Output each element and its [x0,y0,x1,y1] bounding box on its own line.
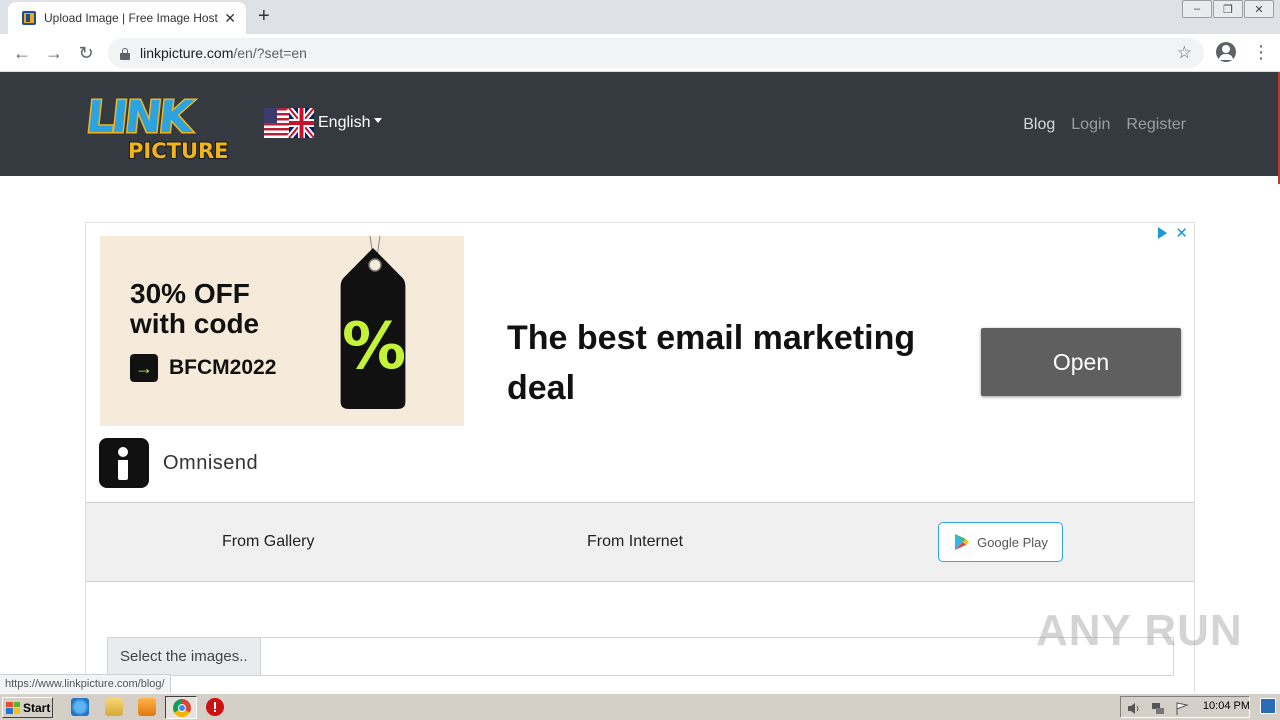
taskbar-clock: 10:04 PM [1202,700,1250,712]
url-text: linkpicture.com/en/?set=en [140,45,307,61]
caret-down-icon [374,117,383,123]
windows-logo-icon [6,701,20,714]
file-explorer-icon[interactable] [105,698,123,716]
action-center-flag-icon[interactable] [1175,702,1189,715]
windows-taskbar: Start 10:04 PM [0,693,1280,720]
chrome-taskbar-button[interactable] [165,696,197,719]
nav-links: Blog Login Register [1007,116,1186,134]
browser-menu-icon[interactable]: ⋮ [1252,42,1270,62]
site-navbar: LINK PICTURE English Blog Login Register [0,72,1280,176]
close-window-button[interactable]: ✕ [1244,0,1274,18]
ad-controls: ✕ [1158,224,1188,242]
banner-code: BFCM2022 [169,356,277,379]
new-tab-button[interactable]: + [258,6,270,26]
ad-banner-image[interactable]: 30% OFF with code → BFCM2022 % [100,236,464,426]
banner-code-row: → BFCM2022 [130,354,276,382]
linkpicture-logo[interactable]: LINK PICTURE [86,86,234,162]
advertiser-row[interactable]: Omnisend [99,438,258,488]
from-internet-option[interactable]: From Internet [587,533,683,551]
site-favicon-icon [22,11,36,25]
nav-link-login[interactable]: Login [1071,116,1110,134]
svg-text:PICTURE: PICTURE [128,139,229,162]
ad-close-icon[interactable]: ✕ [1175,224,1188,242]
reload-icon[interactable]: ↻ [74,41,98,65]
tab-title: Upload Image | Free Image Hosting [44,11,219,25]
adchoices-icon[interactable] [1158,227,1168,239]
start-label: Start [23,700,51,715]
advertiser-name: Omnisend [163,451,259,474]
forward-arrow-icon[interactable]: → [42,41,66,65]
anyrun-watermark: ANY RUN [1036,606,1243,655]
restore-button[interactable]: ❐ [1213,0,1243,18]
lock-icon [120,47,130,60]
internet-explorer-icon[interactable] [71,698,89,716]
from-gallery-option[interactable]: From Gallery [222,533,314,551]
tag-percent-symbol: % [342,310,406,384]
ad-open-button[interactable]: Open [981,328,1181,396]
svg-text:LINK: LINK [86,92,197,143]
upload-card: ✕ 30% OFF with code → BFCM2022 % The bes… [85,222,1195,700]
nav-link-blog[interactable]: Blog [1023,116,1055,134]
browser-tab[interactable]: Upload Image | Free Image Hosting ✕ [8,2,246,34]
language-label: English [318,114,371,131]
banner-line-1: 30% OFF [130,278,250,309]
link-status-bubble: https://www.linkpicture.com/blog/ [0,674,171,693]
stop-sign-icon[interactable] [206,698,224,716]
language-dropdown[interactable]: English [264,108,383,138]
image-file-input[interactable]: Select the images.. [107,637,1174,676]
window-controls: – ❐ ✕ [1181,0,1274,18]
media-player-icon[interactable] [138,698,156,716]
nav-link-register[interactable]: Register [1126,116,1186,134]
us-uk-flag-icon [264,108,314,138]
browser-toolbar: ← → ↻ linkpicture.com/en/?set=en ☆ [0,34,1280,72]
volume-icon[interactable] [1127,702,1141,715]
network-icon[interactable] [1151,702,1165,715]
google-play-icon [955,534,970,550]
url-host: linkpicture.com [140,45,234,61]
google-play-button[interactable]: Google Play [938,522,1063,562]
url-path: /en/?set=en [233,45,307,61]
chrome-icon [173,699,191,717]
google-play-label: Google Play [977,534,1048,550]
arrow-right-icon: → [130,354,158,382]
banner-line-2: with code [130,308,260,339]
tab-close-icon[interactable]: ✕ [224,10,236,27]
ad-headline[interactable]: The best email marketing deal [507,313,947,413]
profile-avatar-icon[interactable] [1216,42,1236,62]
address-bar[interactable]: linkpicture.com/en/?set=en ☆ [108,38,1204,68]
price-tag-icon: % [340,236,406,409]
back-arrow-icon[interactable]: ← [10,41,34,65]
upload-options-bar: From Gallery From Internet Google Play [86,502,1194,582]
show-desktop-icon[interactable] [1260,698,1276,714]
select-images-button[interactable]: Select the images.. [108,638,261,675]
bookmark-star-icon[interactable]: ☆ [1177,43,1192,63]
omnisend-logo-icon [99,438,149,488]
browser-tab-bar: Upload Image | Free Image Hosting ✕ + – … [0,0,1280,34]
minimize-button[interactable]: – [1182,0,1212,18]
start-button[interactable]: Start [2,697,53,718]
